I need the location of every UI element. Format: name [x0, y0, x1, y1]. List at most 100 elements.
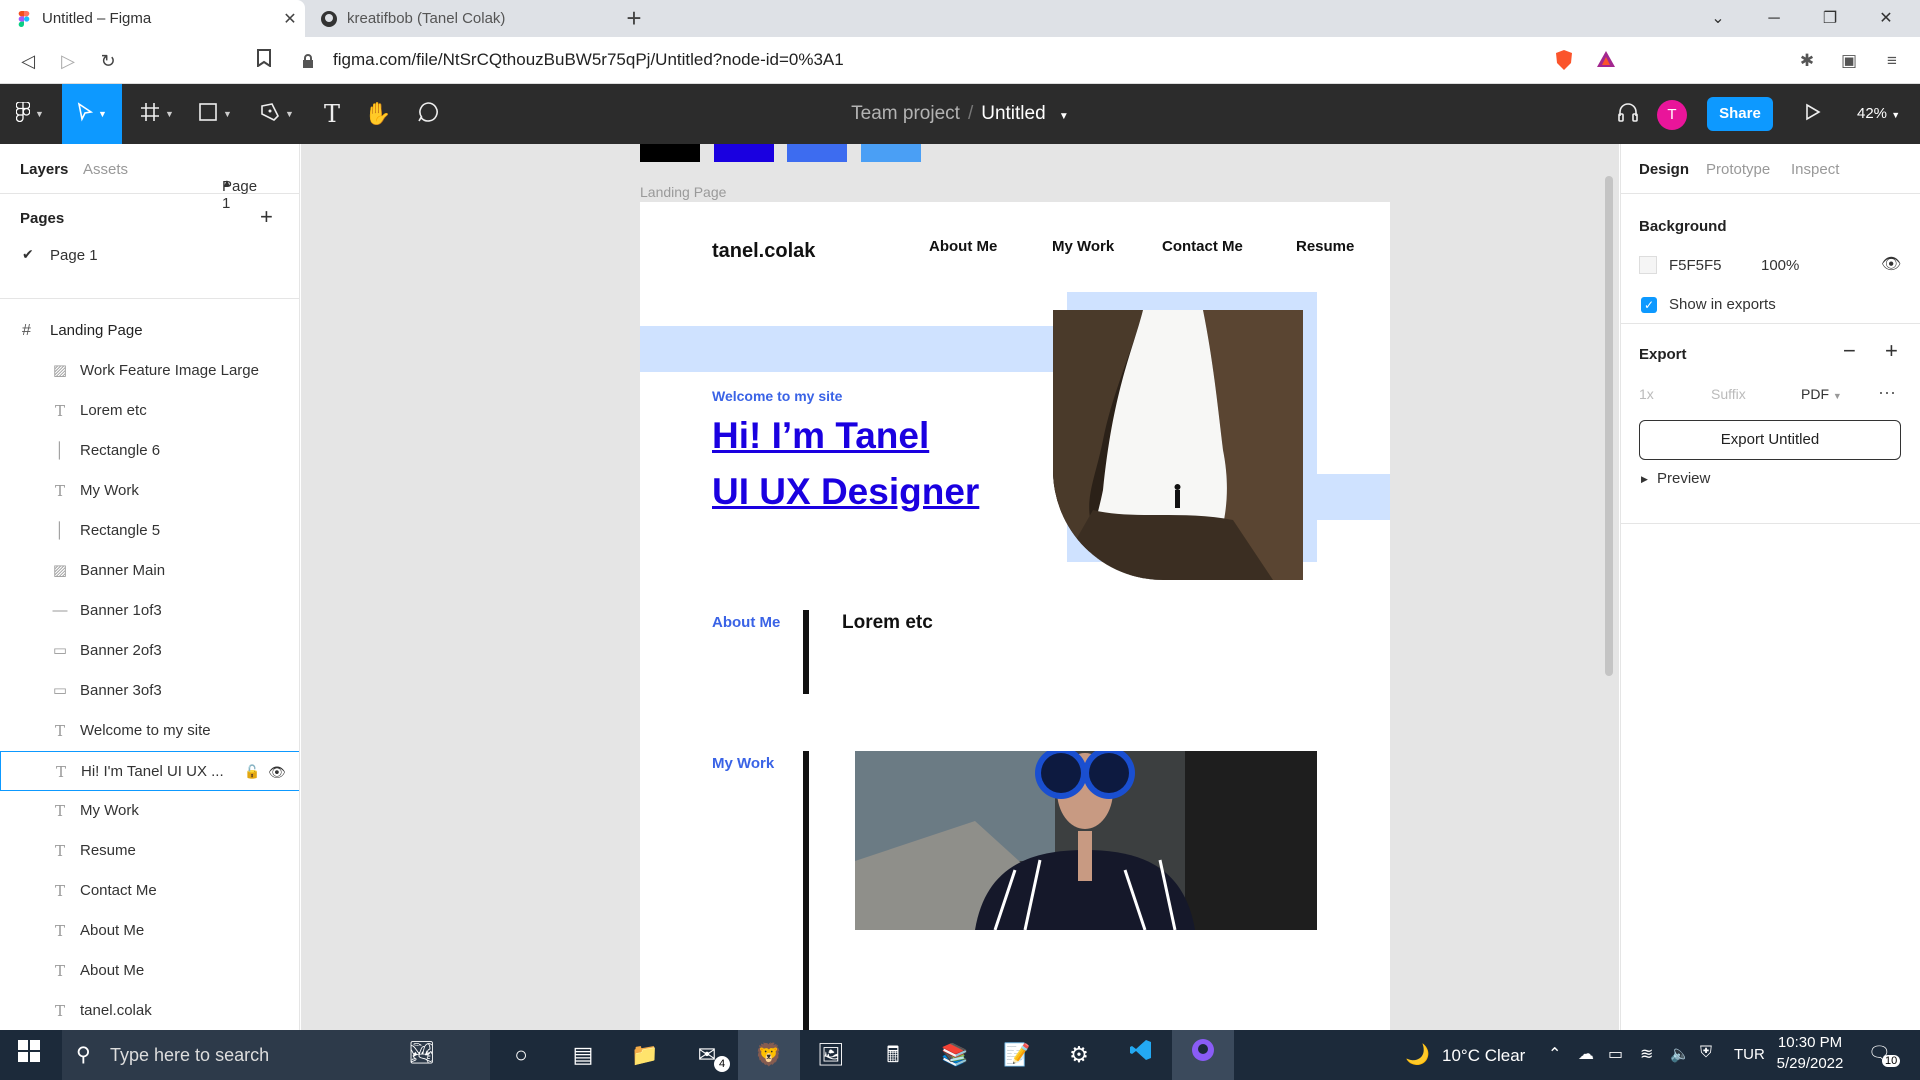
unlock-icon[interactable]: 🔓: [244, 752, 260, 792]
file-explorer-icon[interactable]: 📁: [614, 1030, 676, 1080]
url-field[interactable]: figma.com/file/NtSrCQthouzBuBW5r75qPj/Un…: [333, 43, 1583, 77]
headline-line-2[interactable]: UI UX Designer: [712, 464, 979, 520]
layer-item[interactable]: ▨ Work Feature Image Large: [0, 351, 299, 391]
tab-prototype[interactable]: Prototype: [1706, 161, 1770, 178]
zoom-menu[interactable]: 42% ▼: [1857, 84, 1900, 144]
layer-item[interactable]: T About Me: [0, 911, 299, 951]
extensions-icon[interactable]: ✱: [1795, 49, 1819, 73]
nav-contact[interactable]: Contact Me: [1162, 238, 1243, 255]
vscode-icon[interactable]: [1110, 1030, 1172, 1080]
work-feature-image[interactable]: [855, 751, 1317, 930]
settings-icon[interactable]: ⚙: [1048, 1030, 1110, 1080]
export-button[interactable]: Export Untitled: [1639, 420, 1901, 460]
tab-assets[interactable]: Assets: [83, 161, 128, 178]
banner-3of3[interactable]: [1317, 474, 1390, 520]
github-desktop-icon[interactable]: [1172, 1030, 1234, 1080]
brave-rewards-icon[interactable]: [1594, 49, 1618, 73]
nav-resume[interactable]: Resume: [1296, 238, 1354, 255]
nav-work[interactable]: My Work: [1052, 238, 1114, 255]
restore-icon[interactable]: ❐: [1802, 0, 1858, 37]
show-hidden-icons-icon[interactable]: ⌃: [1548, 1044, 1561, 1064]
audio-button[interactable]: [1610, 84, 1646, 144]
color-swatch[interactable]: [861, 144, 921, 162]
preview-toggle[interactable]: Preview: [1657, 470, 1710, 487]
volume-icon[interactable]: 🔈: [1670, 1044, 1690, 1064]
about-text[interactable]: Lorem etc: [842, 612, 933, 634]
mail-icon[interactable]: ✉ 4: [676, 1030, 738, 1080]
chevron-down-icon[interactable]: ▼: [1059, 111, 1069, 122]
layer-item[interactable]: │ Rectangle 5: [0, 511, 299, 551]
layer-item[interactable]: T Contact Me: [0, 871, 299, 911]
share-button[interactable]: Share: [1707, 97, 1773, 131]
tab-layers[interactable]: Layers: [20, 161, 68, 178]
layer-item[interactable]: ▨ Banner Main: [0, 551, 299, 591]
cortana-icon[interactable]: ○: [490, 1030, 552, 1080]
battery-icon[interactable]: ▭: [1608, 1044, 1623, 1064]
wifi-icon[interactable]: ≋: [1640, 1044, 1653, 1064]
windows-start-icon[interactable]: [0, 1030, 58, 1080]
layer-item[interactable]: T About Me: [0, 951, 299, 991]
back-icon[interactable]: ◁: [12, 45, 44, 77]
weather-moon-icon[interactable]: 🌙: [1405, 1042, 1430, 1067]
work-label[interactable]: My Work: [712, 755, 774, 772]
layer-item[interactable]: T My Work: [0, 471, 299, 511]
canvas[interactable]: Landing Page tanel.colak About Me My Wor…: [301, 144, 1619, 1030]
security-icon[interactable]: ⛨: [1700, 1044, 1712, 1062]
headline-line-1[interactable]: Hi! I’m Tanel: [712, 408, 929, 464]
layer-item[interactable]: T My Work: [0, 791, 299, 831]
brave-taskbar-icon[interactable]: 🦁: [738, 1030, 800, 1080]
tab-search-icon[interactable]: ⌄: [1690, 0, 1746, 37]
layer-item[interactable]: Ttanel.colak: [0, 991, 299, 1030]
layer-item[interactable]: T Hi! I'm Tanel UI UX ... 🔓 👁: [0, 751, 299, 792]
avatar[interactable]: T: [1657, 100, 1687, 130]
layer-item[interactable]: ▭ Banner 2of3: [0, 631, 299, 671]
export-suffix-input[interactable]: Suffix: [1711, 386, 1746, 402]
color-swatch[interactable]: [640, 144, 700, 162]
show-in-exports-checkbox[interactable]: ✓: [1641, 297, 1657, 313]
tab-design[interactable]: Design: [1639, 161, 1689, 178]
winrar-icon[interactable]: 📚: [924, 1030, 986, 1080]
close-tab-icon[interactable]: ✕: [275, 9, 305, 29]
layer-item[interactable]: — Banner 1of3: [0, 591, 299, 631]
banner-main-image[interactable]: [1053, 310, 1303, 580]
background-opacity[interactable]: 100%: [1761, 257, 1799, 274]
add-export-icon[interactable]: +: [1885, 338, 1898, 364]
color-swatch[interactable]: [787, 144, 847, 162]
calculator-icon[interactable]: 🖩: [862, 1030, 924, 1080]
taskbar-search[interactable]: ⚲ Type here to search 🏞: [62, 1030, 490, 1080]
layer-item[interactable]: ▭ Banner 3of3: [0, 671, 299, 711]
photos-icon[interactable]: 🖼: [800, 1030, 862, 1080]
menu-icon[interactable]: ≡: [1880, 49, 1904, 73]
tab-inspect[interactable]: Inspect: [1791, 161, 1839, 178]
new-tab-icon[interactable]: +: [618, 3, 650, 35]
triangle-right-icon[interactable]: ▶: [1641, 474, 1648, 485]
task-view-icon[interactable]: ▤: [552, 1030, 614, 1080]
language-indicator[interactable]: TUR: [1734, 1046, 1765, 1063]
wallet-icon[interactable]: ▣: [1837, 49, 1861, 73]
reload-icon[interactable]: ↻: [92, 45, 124, 77]
canvas-scrollbar[interactable]: [1605, 176, 1613, 676]
present-button[interactable]: [1795, 84, 1831, 144]
add-page-icon[interactable]: +: [260, 204, 273, 230]
onedrive-icon[interactable]: ☁: [1578, 1044, 1594, 1064]
notes-icon[interactable]: 📝: [986, 1030, 1048, 1080]
layer-item[interactable]: T Welcome to my site: [0, 711, 299, 751]
layer-item[interactable]: │ Rectangle 6: [0, 431, 299, 471]
tab-figma[interactable]: Untitled – Figma ✕: [0, 0, 305, 37]
landing-page-frame[interactable]: tanel.colak About Me My Work Contact Me …: [640, 202, 1390, 1030]
layer-item[interactable]: T Resume: [0, 831, 299, 871]
rectangle-6[interactable]: [803, 751, 809, 1030]
nav-about[interactable]: About Me: [929, 238, 997, 255]
page-item[interactable]: ✔ Page 1: [0, 236, 299, 276]
forward-icon[interactable]: ▷: [52, 45, 84, 77]
team-name[interactable]: Team project: [851, 103, 960, 124]
background-color-swatch[interactable]: [1639, 256, 1657, 274]
eye-icon[interactable]: 👁: [268, 752, 286, 792]
color-swatch[interactable]: [714, 144, 774, 162]
export-scale[interactable]: 1x: [1639, 386, 1654, 402]
remove-export-icon[interactable]: −: [1843, 338, 1856, 364]
close-window-icon[interactable]: ✕: [1858, 0, 1914, 37]
banner-1of3[interactable]: [640, 326, 1060, 372]
frame-label[interactable]: Landing Page: [640, 184, 726, 200]
clock[interactable]: 10:30 PM 5/29/2022: [1770, 1034, 1850, 1072]
